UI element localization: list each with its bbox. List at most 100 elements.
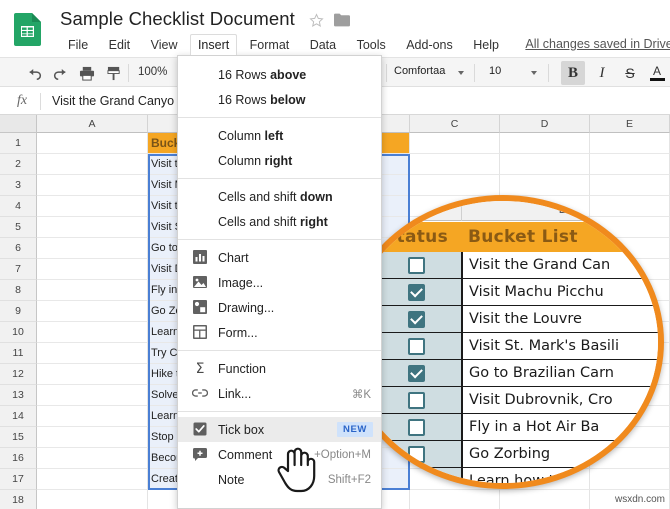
cell-d1[interactable] [500, 133, 590, 154]
magnified-status-cell[interactable] [370, 306, 462, 333]
magnified-task-cell[interactable]: Visit the Louvre [462, 306, 658, 333]
cell-c18[interactable] [410, 490, 500, 509]
cell-d2[interactable] [500, 154, 590, 175]
magnified-status-cell[interactable] [370, 279, 462, 306]
magnified-status-cell[interactable] [370, 387, 462, 414]
magnified-task-cell[interactable]: Visit Machu Picchu [462, 279, 658, 306]
font-size-selector[interactable]: 10 [489, 65, 501, 77]
menu-item-column-left[interactable]: Column left [178, 123, 381, 148]
menu-item-cells-and-shift-down[interactable]: Cells and shift down [178, 184, 381, 209]
menu-item-form[interactable]: Form... [178, 320, 381, 345]
menu-item-chart[interactable]: Chart [178, 245, 381, 270]
row-header-13[interactable]: 13 [0, 385, 37, 406]
cell-a9[interactable] [37, 301, 148, 322]
magnified-status-cell[interactable] [370, 441, 462, 468]
select-all-corner[interactable] [0, 115, 37, 133]
menu-item-link[interactable]: Link... ⌘K [178, 381, 381, 406]
menu-addons[interactable]: Add-ons [398, 34, 461, 56]
font-family-selector[interactable]: Comfortaa [394, 65, 445, 77]
row-header-17[interactable]: 17 [0, 469, 37, 490]
tickbox-checked-icon[interactable] [407, 283, 425, 301]
menu-item-drawing[interactable]: Drawing... [178, 295, 381, 320]
cell-c1[interactable] [410, 133, 500, 154]
cell-a7[interactable] [37, 259, 148, 280]
row-header-7[interactable]: 7 [0, 259, 37, 280]
row-header-3[interactable]: 3 [0, 175, 37, 196]
undo-button[interactable] [24, 62, 46, 84]
font-family-chevron-down-icon[interactable] [458, 71, 464, 75]
row-header-5[interactable]: 5 [0, 217, 37, 238]
cell-a12[interactable] [37, 364, 148, 385]
cell-a10[interactable] [37, 322, 148, 343]
folder-icon[interactable] [334, 13, 350, 27]
cell-e3[interactable] [590, 175, 670, 196]
menu-view[interactable]: View [143, 34, 186, 56]
cell-a14[interactable] [37, 406, 148, 427]
print-button[interactable] [76, 62, 98, 84]
bold-button[interactable]: B [561, 61, 585, 85]
column-header-a[interactable]: A [37, 115, 148, 133]
cell-a15[interactable] [37, 427, 148, 448]
formula-input[interactable]: Visit the Grand Canyo [52, 94, 174, 108]
cell-a8[interactable] [37, 280, 148, 301]
row-header-16[interactable]: 16 [0, 448, 37, 469]
menu-help[interactable]: Help [465, 34, 507, 56]
redo-button[interactable] [49, 62, 71, 84]
zoom-level[interactable]: 100% [138, 66, 167, 78]
menu-tools[interactable]: Tools [349, 34, 394, 56]
magnified-task-cell[interactable]: Go to Brazilian Carn [462, 360, 658, 387]
magnified-task-cell[interactable]: Fly in a Hot Air Ba [462, 414, 658, 441]
row-header-10[interactable]: 10 [0, 322, 37, 343]
cell-a3[interactable] [37, 175, 148, 196]
menu-edit[interactable]: Edit [101, 34, 139, 56]
magnified-status-cell[interactable] [370, 414, 462, 441]
row-header-15[interactable]: 15 [0, 427, 37, 448]
row-header-12[interactable]: 12 [0, 364, 37, 385]
cell-a17[interactable] [37, 469, 148, 490]
cell-d3[interactable] [500, 175, 590, 196]
row-header-4[interactable]: 4 [0, 196, 37, 217]
save-status-link[interactable]: All changes saved in Drive [517, 34, 670, 54]
tickbox-unchecked-icon[interactable] [407, 391, 425, 409]
tickbox-unchecked-icon[interactable] [407, 418, 425, 436]
magnified-status-cell[interactable] [370, 252, 462, 279]
strikethrough-button[interactable]: S [618, 61, 642, 85]
cell-c3[interactable] [410, 175, 500, 196]
cell-e2[interactable] [590, 154, 670, 175]
menu-item-16-rows-below[interactable]: 16 Rows below [178, 87, 381, 112]
cell-a18[interactable] [37, 490, 148, 509]
tickbox-checked-icon[interactable] [407, 310, 425, 328]
cell-a5[interactable] [37, 217, 148, 238]
row-header-9[interactable]: 9 [0, 301, 37, 322]
magnified-status-cell[interactable] [370, 333, 462, 360]
cell-a6[interactable] [37, 238, 148, 259]
menu-item-tick-box[interactable]: Tick box NEW [178, 417, 381, 442]
menu-item-16-rows-above[interactable]: 16 Rows above [178, 62, 381, 87]
menu-item-column-right[interactable]: Column right [178, 148, 381, 173]
row-header-2[interactable]: 2 [0, 154, 37, 175]
tickbox-checked-icon[interactable] [407, 364, 425, 382]
text-color-button[interactable]: A [645, 61, 669, 85]
menu-file[interactable]: File [60, 34, 96, 56]
cell-d18[interactable] [500, 490, 590, 509]
tickbox-unchecked-icon[interactable] [407, 445, 425, 463]
cell-e1[interactable] [590, 133, 670, 154]
cell-c2[interactable] [410, 154, 500, 175]
magnified-status-cell[interactable] [370, 360, 462, 387]
row-header-1[interactable]: 1 [0, 133, 37, 154]
magnified-task-cell[interactable]: Visit St. Mark's Basili [462, 333, 658, 360]
row-header-11[interactable]: 11 [0, 343, 37, 364]
cell-a13[interactable] [37, 385, 148, 406]
row-header-8[interactable]: 8 [0, 280, 37, 301]
row-header-18[interactable]: 18 [0, 490, 37, 509]
star-icon[interactable] [309, 13, 324, 28]
menu-format[interactable]: Format [242, 34, 298, 56]
row-header-14[interactable]: 14 [0, 406, 37, 427]
magnified-task-cell[interactable]: Go Zorbing [462, 441, 658, 468]
cell-a1[interactable] [37, 133, 148, 154]
cell-a2[interactable] [37, 154, 148, 175]
magnified-task-cell[interactable]: Visit Dubrovnik, Cro [462, 387, 658, 414]
cell-a4[interactable] [37, 196, 148, 217]
font-size-chevron-down-icon[interactable] [531, 71, 537, 75]
tickbox-unchecked-icon[interactable] [407, 256, 425, 274]
